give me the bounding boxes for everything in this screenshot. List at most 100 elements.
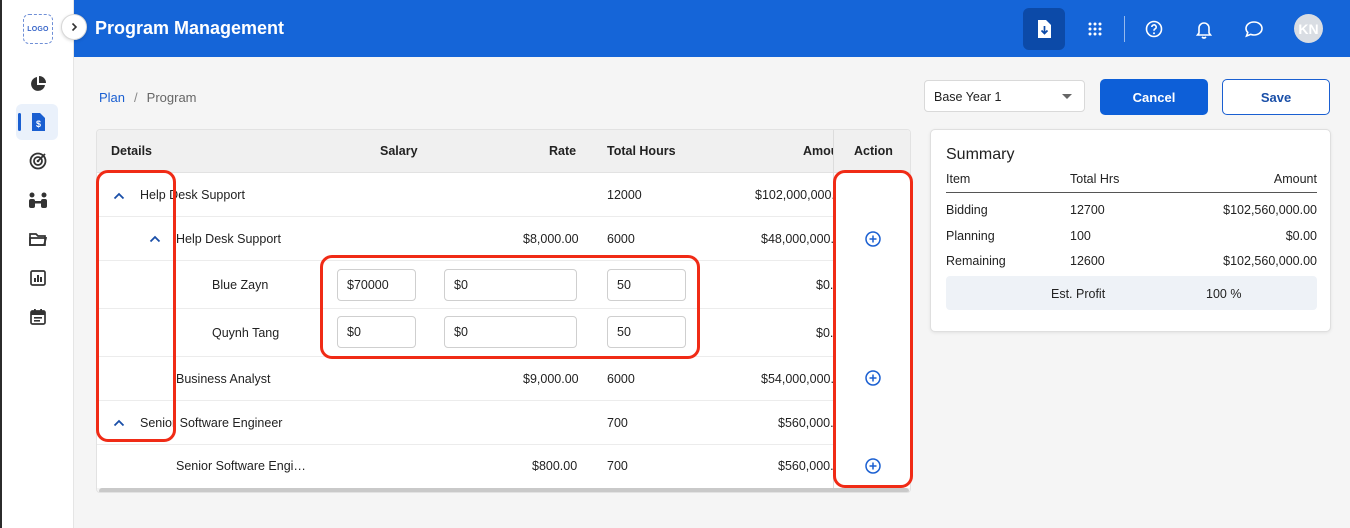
svg-text:$: $	[36, 119, 41, 129]
summary-title: Summary	[946, 146, 1015, 163]
row-name: Blue Zayn	[212, 278, 269, 292]
breadcrumb-current: Program	[146, 90, 197, 105]
breadcrumb: Plan / Program	[99, 90, 197, 105]
action-header: Action	[834, 130, 910, 173]
est-profit-bar: Est. Profit 100 %	[946, 276, 1317, 310]
summary-header-item: Item	[946, 172, 971, 186]
row-rate: $8,000.00	[523, 232, 579, 246]
year-select-value: Base Year 1	[934, 90, 1002, 104]
header-details: Details	[111, 144, 152, 158]
summary-hrs: 12600	[1070, 254, 1105, 268]
table-row: Help Desk Support 12000 $102,000,000.00	[97, 173, 910, 217]
row-name: Quynh Tang	[212, 326, 280, 340]
row-name: Senior Software Engi…	[176, 459, 306, 473]
sidebar: LOGO $	[0, 0, 74, 528]
row-name: Senior Software Engineer	[140, 416, 283, 430]
summary-panel: Summary Item Total Hrs Amount Bidding 12…	[930, 129, 1331, 332]
summary-item: Bidding	[946, 203, 988, 217]
summary-item: Remaining	[946, 254, 1006, 268]
row-hours: 700	[607, 416, 628, 430]
logo: LOGO	[23, 14, 53, 44]
chat-button[interactable]	[1233, 8, 1275, 50]
report-icon[interactable]	[26, 266, 50, 290]
row-hours: 6000	[607, 372, 635, 386]
calendar-icon[interactable]	[26, 304, 50, 328]
team-icon[interactable]	[26, 188, 50, 212]
summary-header: Item Total Hrs Amount	[946, 172, 1317, 193]
top-header: Program Management KN	[74, 0, 1350, 57]
summary-hrs: 100	[1070, 229, 1091, 243]
dropdown-caret-icon	[1062, 94, 1072, 99]
cancel-button[interactable]: Cancel	[1100, 79, 1208, 115]
chat-icon	[1245, 21, 1263, 38]
table-header: Details Salary Rate Total Hours Amount	[97, 130, 910, 173]
table-row: Senior Software Engi… $800.00 700 $560,0…	[97, 445, 910, 488]
table-row: Quynh Tang $0.00	[97, 309, 910, 357]
chevron-up-icon[interactable]	[112, 416, 126, 430]
row-hours: 700	[607, 459, 628, 473]
add-circle-icon[interactable]	[864, 369, 882, 387]
header-total-hours: Total Hours	[607, 144, 676, 158]
summary-amount: $102,560,000.00	[1223, 203, 1317, 217]
apps-button[interactable]	[1074, 8, 1116, 50]
horizontal-scrollbar[interactable]	[97, 488, 910, 492]
scrollbar-thumb[interactable]	[99, 488, 909, 492]
header-action: Action	[854, 144, 893, 158]
bell-icon	[1195, 21, 1213, 39]
chevron-right-icon	[71, 22, 78, 32]
add-circle-icon[interactable]	[864, 457, 882, 475]
page-title: Program Management	[95, 18, 285, 38]
row-rate: $9,000.00	[523, 372, 579, 386]
user-avatar[interactable]: KN	[1294, 14, 1323, 43]
summary-amount: $0.00	[1285, 229, 1317, 243]
breadcrumb-plan-link[interactable]: Plan	[99, 90, 125, 105]
download-button[interactable]	[1023, 8, 1065, 50]
apps-grid-icon	[1088, 22, 1102, 36]
row-hours: 6000	[607, 232, 635, 246]
row-name: Business Analyst	[176, 372, 271, 386]
table-row: Help Desk Support $8,000.00 6000 $48,000…	[97, 217, 910, 261]
header-divider	[1124, 16, 1125, 42]
summary-item: Planning	[946, 229, 995, 243]
folder-icon[interactable]	[26, 227, 50, 251]
table-row: Business Analyst $9,000.00 6000 $54,000,…	[97, 357, 910, 401]
hours-input[interactable]	[607, 316, 686, 348]
rate-input[interactable]	[444, 269, 577, 301]
row-hours: 12000	[607, 188, 642, 202]
help-button[interactable]	[1133, 8, 1175, 50]
window-edge	[0, 0, 2, 528]
summary-amount: $102,560,000.00	[1223, 254, 1317, 268]
year-select[interactable]: Base Year 1	[924, 80, 1085, 112]
est-profit-label: Est. Profit	[1051, 287, 1106, 301]
breadcrumb-separator: /	[134, 90, 138, 105]
notifications-button[interactable]	[1183, 8, 1225, 50]
chevron-up-icon[interactable]	[112, 189, 126, 203]
download-icon	[1038, 20, 1051, 38]
nav-active-indicator	[18, 113, 21, 131]
summary-header-hrs: Total Hrs	[1070, 172, 1120, 186]
help-icon	[1145, 20, 1163, 38]
action-column: Action	[833, 130, 910, 492]
summary-header-amount: Amount	[1273, 172, 1317, 186]
est-profit-value: 100 %	[1206, 287, 1242, 301]
row-rate: $800.00	[532, 459, 578, 473]
header-rate: Rate	[549, 144, 577, 158]
program-table: Details Salary Rate Total Hours Amount H…	[96, 129, 911, 493]
chevron-up-icon[interactable]	[148, 232, 162, 246]
sidebar-toggle-button[interactable]	[61, 14, 87, 40]
target-icon[interactable]	[26, 149, 50, 173]
salary-input[interactable]	[337, 269, 416, 301]
header-salary: Salary	[380, 144, 418, 158]
hours-input[interactable]	[607, 269, 686, 301]
rate-input[interactable]	[444, 316, 577, 348]
salary-input[interactable]	[337, 316, 416, 348]
save-button[interactable]: Save	[1222, 79, 1330, 115]
add-circle-icon[interactable]	[864, 230, 882, 248]
row-name: Help Desk Support	[140, 188, 245, 202]
summary-hrs: 12700	[1070, 203, 1105, 217]
budget-icon[interactable]: $	[26, 110, 50, 134]
pie-chart-icon[interactable]	[26, 72, 50, 96]
table-row: Senior Software Engineer 700 $560,000.00	[97, 401, 910, 445]
table-row: Blue Zayn $0.00	[97, 261, 910, 309]
row-name: Help Desk Support	[176, 232, 281, 246]
